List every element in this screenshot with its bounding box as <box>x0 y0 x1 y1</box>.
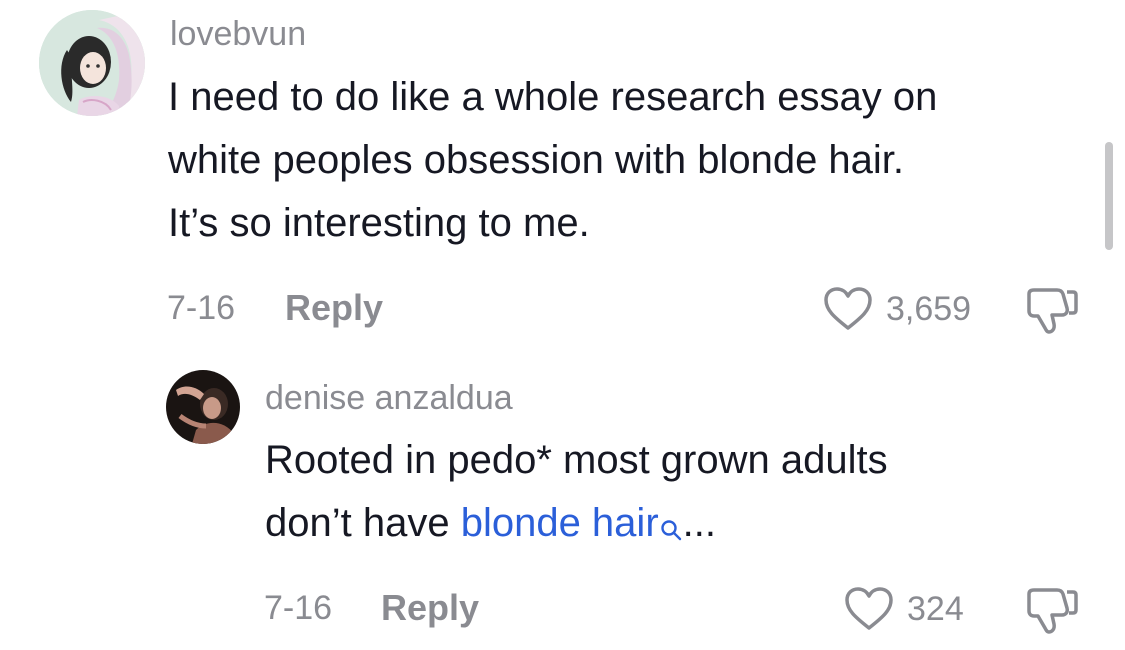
comment-text-line: I need to do like a whole research essay… <box>168 75 938 119</box>
thumbs-down-icon <box>1023 286 1079 336</box>
reply-text-line: don’t have blonde hair... <box>265 492 888 561</box>
comment-text: I need to do like a whole research essay… <box>168 66 937 255</box>
reply-button[interactable]: Reply <box>381 588 479 628</box>
reply-button[interactable]: Reply <box>285 288 383 328</box>
reply-username[interactable]: denise anzaldua <box>265 378 513 418</box>
thumbs-down-icon <box>1023 586 1079 636</box>
reply-text: Rooted in pedo* most grown adults don’t … <box>265 429 888 561</box>
comment-text-line: white peoples obsession with blonde hair… <box>168 138 905 182</box>
search-link-label: blonde hair <box>460 501 659 545</box>
dislike-button[interactable] <box>1023 586 1079 641</box>
heart-outline-icon <box>822 286 874 332</box>
scrollbar[interactable] <box>1105 142 1113 250</box>
like-button[interactable]: 3,659 <box>822 286 971 332</box>
like-button[interactable]: 324 <box>843 586 964 632</box>
reply-date: 7-16 <box>264 589 333 627</box>
comment-username[interactable]: lovebvun <box>170 14 306 54</box>
reply-text-prefix: don’t have <box>265 501 461 545</box>
comment-text-line: It’s so interesting to me. <box>168 201 590 245</box>
like-count: 324 <box>907 590 964 628</box>
reply-text-suffix: ... <box>682 501 716 545</box>
heart-outline-icon <box>843 586 895 632</box>
avatar-image <box>39 10 145 116</box>
avatar-lovebvun[interactable] <box>39 10 145 116</box>
avatar-denise-anzaldua[interactable] <box>166 370 240 444</box>
search-icon <box>659 498 683 561</box>
search-link[interactable]: blonde hair <box>461 501 683 545</box>
reply-text-line: Rooted in pedo* most grown adults <box>265 438 888 482</box>
like-count: 3,659 <box>886 290 972 328</box>
dislike-button[interactable] <box>1023 286 1079 341</box>
avatar-image <box>166 370 240 444</box>
comment-date: 7-16 <box>167 289 236 327</box>
